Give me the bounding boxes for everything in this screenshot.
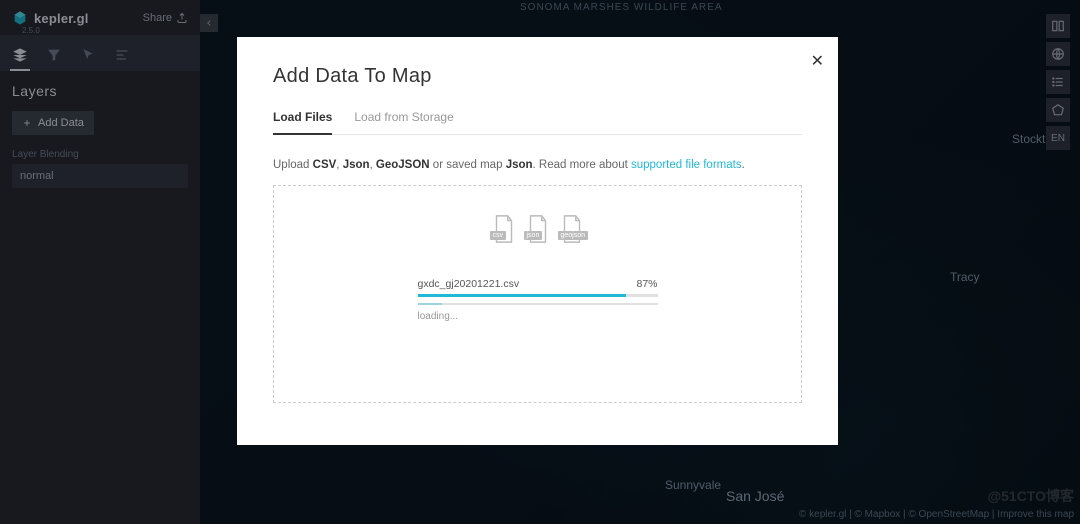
tab-load-files[interactable]: Load Files	[273, 110, 332, 134]
file-type-icons: csv json geojson	[274, 214, 801, 244]
progress-fill	[418, 294, 627, 297]
file-icon-csv: csv	[492, 214, 516, 244]
close-button[interactable]: ✕	[811, 51, 824, 71]
supported-formats-link[interactable]: supported file formats	[631, 159, 742, 171]
upload-status: loading...	[418, 311, 658, 322]
modal-title: Add Data To Map	[273, 65, 802, 88]
upload-filename: gxdc_gj20201221.csv	[418, 278, 520, 290]
progress-fill-secondary	[418, 303, 442, 305]
add-data-modal: ✕ Add Data To Map Load Files Load from S…	[237, 37, 838, 445]
file-dropzone[interactable]: csv json geojson gxdc_gj20201221.csv 87%	[273, 185, 802, 403]
tab-load-storage[interactable]: Load from Storage	[354, 110, 453, 134]
file-icon-json: json	[526, 214, 550, 244]
modal-tabs: Load Files Load from Storage	[273, 110, 802, 135]
progress-bar-secondary	[418, 303, 658, 305]
file-icon-geojson: geojson	[560, 214, 584, 244]
helper-text: Upload CSV, Json, GeoJSON or saved map J…	[273, 159, 802, 171]
upload-progress: gxdc_gj20201221.csv 87% loading...	[418, 278, 658, 322]
progress-bar	[418, 294, 658, 297]
upload-percent: 87%	[636, 278, 657, 290]
